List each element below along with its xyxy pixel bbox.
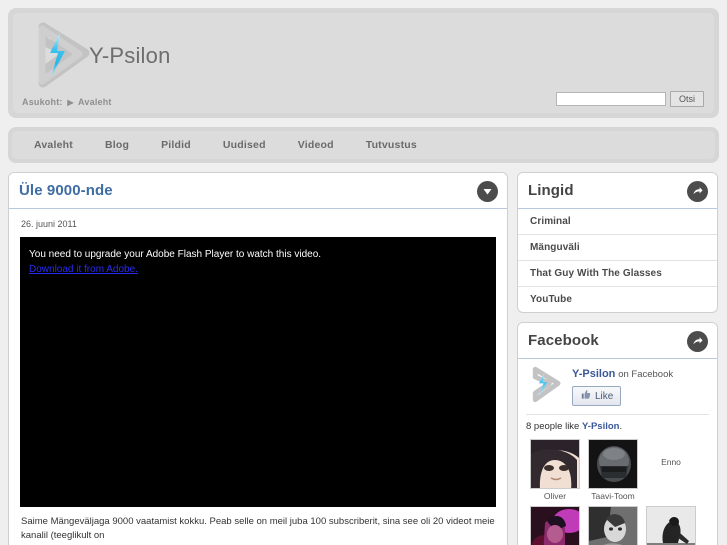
list-item[interactable]: Oliver	[526, 439, 584, 501]
list-item[interactable]: Enno	[642, 439, 700, 501]
breadcrumb-label: Asukoht:	[22, 97, 63, 107]
main-navigation: Avaleht Blog Pildid Uudised Videod Tutvu…	[8, 127, 719, 163]
facebook-like-button[interactable]: Like	[572, 386, 622, 406]
post-body: Saime Mängeväljaga 9000 vaatamist kokku.…	[21, 516, 495, 541]
facebook-page-name[interactable]: Y-Psilon	[572, 368, 615, 380]
breadcrumb: Asukoht: ▶ Avaleht	[22, 97, 112, 107]
links-panel-header: Lingid	[518, 173, 717, 209]
link-item-youtube[interactable]: YouTube	[518, 287, 717, 312]
nav-item-blog[interactable]: Blog	[89, 133, 145, 157]
arrow-right-circle-icon[interactable]	[687, 331, 708, 352]
facebook-count-prefix: 8 people like	[526, 421, 582, 432]
list-item-label: Oliver	[543, 491, 567, 501]
search-input[interactable]	[556, 92, 666, 106]
nav-item-tutvustus[interactable]: Tutvustus	[350, 133, 433, 157]
facebook-page-line: Y-Psilon on Facebook	[572, 366, 673, 380]
chevron-down-icon[interactable]	[477, 181, 498, 202]
breadcrumb-separator-icon: ▶	[67, 98, 74, 107]
avatar[interactable]	[588, 439, 638, 489]
sidebar: Lingid Criminal Mänguväli That Guy With …	[517, 172, 718, 545]
facebook-page-logo-icon	[526, 366, 564, 404]
header-inner: Y-Psilon Asukoht: ▶ Avaleht Otsi	[13, 13, 714, 113]
nav-item-avaleht[interactable]: Avaleht	[18, 133, 89, 157]
nav-item-pildid[interactable]: Pildid	[145, 133, 207, 157]
facebook-page-info: Y-Psilon on Facebook Like	[572, 366, 673, 406]
facebook-page-row: Y-Psilon on Facebook Like	[526, 366, 709, 406]
list-item[interactable]	[642, 506, 700, 545]
link-item-tgwtg[interactable]: That Guy With The Glasses	[518, 261, 717, 287]
facebook-like-label: Like	[595, 390, 614, 402]
nav-item-uudised[interactable]: Uudised	[207, 133, 282, 157]
thumbs-up-icon	[580, 389, 591, 403]
avatar[interactable]	[646, 506, 696, 545]
post-panel: Üle 9000-nde 26. juuni 2011 You need to …	[8, 172, 508, 545]
facebook-on-label: on Facebook	[618, 369, 674, 380]
main-column: Üle 9000-nde 26. juuni 2011 You need to …	[8, 172, 508, 545]
facebook-widget: Y-Psilon on Facebook Like 8 people like …	[518, 359, 717, 545]
page-title: Üle 9000-nde	[19, 182, 113, 199]
y-psilon-logo-icon[interactable]	[29, 21, 93, 91]
avatar[interactable]	[588, 506, 638, 545]
facebook-like-count: 8 people like Y-Psilon.	[526, 421, 709, 432]
nav-item-videod[interactable]: Videod	[282, 133, 350, 157]
content-columns: Üle 9000-nde 26. juuni 2011 You need to …	[8, 172, 719, 545]
links-panel: Lingid Criminal Mänguväli That Guy With …	[517, 172, 718, 313]
list-item-label: Taavi-Toom	[591, 491, 635, 501]
facebook-count-name: Y-Psilon	[581, 421, 620, 432]
list-item[interactable]: Taavi-Toom	[584, 439, 642, 501]
video-player-placeholder[interactable]: You need to upgrade your Adobe Flash Pla…	[20, 237, 496, 507]
facebook-panel-title: Facebook	[528, 332, 599, 349]
avatar[interactable]	[530, 439, 580, 489]
arrow-right-circle-icon[interactable]	[687, 181, 708, 202]
facebook-count-suffix: .	[619, 421, 623, 432]
facebook-panel: Facebook Y-Psilon on Facebook Like 8 peo…	[517, 322, 718, 545]
flash-upgrade-message: You need to upgrade your Adobe Flash Pla…	[29, 249, 322, 260]
facebook-divider	[526, 414, 709, 415]
list-item-label: Enno	[661, 457, 681, 467]
avatar[interactable]	[530, 506, 580, 545]
post-header: Üle 9000-nde	[9, 173, 507, 209]
list-item[interactable]: Mattias	[526, 506, 584, 545]
search-button[interactable]: Otsi	[670, 91, 704, 107]
breadcrumb-current[interactable]: Avaleht	[78, 97, 112, 107]
main-navigation-inner: Avaleht Blog Pildid Uudised Videod Tutvu…	[12, 131, 715, 159]
flash-download-link[interactable]: Download it from Adobe.	[29, 264, 138, 275]
site-title: Y-Psilon	[89, 43, 171, 68]
link-item-manguvali[interactable]: Mänguväli	[518, 235, 717, 261]
facebook-friends-grid: Oliver Taavi-Toom Enno	[526, 439, 709, 545]
header: Y-Psilon Asukoht: ▶ Avaleht Otsi	[8, 8, 719, 118]
list-item[interactable]	[584, 506, 642, 545]
page-root: Y-Psilon Asukoht: ▶ Avaleht Otsi Avaleht…	[0, 0, 727, 545]
links-panel-title: Lingid	[528, 182, 574, 199]
post-date: 26. juuni 2011	[21, 219, 77, 229]
search-box: Otsi	[556, 91, 704, 107]
link-item-criminal[interactable]: Criminal	[518, 209, 717, 235]
facebook-panel-header: Facebook	[518, 323, 717, 359]
